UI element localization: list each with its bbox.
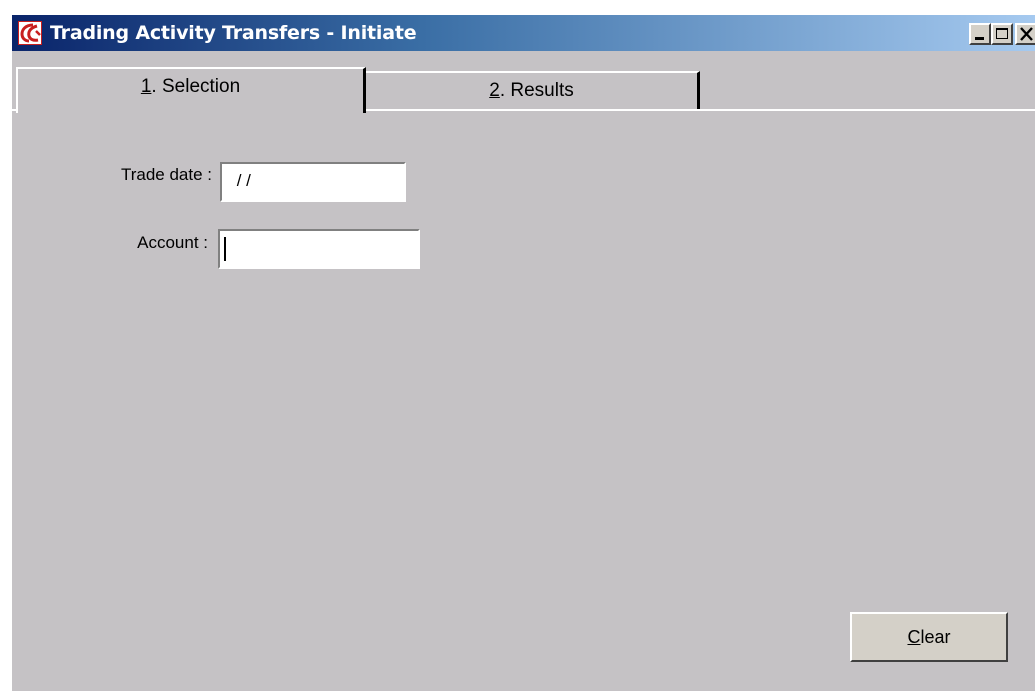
close-icon [1020,27,1033,41]
tab-selection[interactable]: 1. Selection [16,67,366,113]
trade-date-value: / / [232,171,251,190]
account-field[interactable] [218,229,420,269]
minimize-icon [975,37,984,40]
trade-date-field[interactable]: / / [220,162,406,202]
title-bar[interactable]: Trading Activity Transfers - Initiate [12,15,1035,51]
clear-button-mnemonic: C [907,626,921,647]
clear-button[interactable]: Clear [850,612,1008,662]
app-window: Trading Activity Transfers - Initiate 1.… [10,13,1035,691]
window-title: Trading Activity Transfers - Initiate [50,22,417,44]
tab-selection-label: . Selection [151,76,241,97]
maximize-icon [996,28,1008,39]
tab-results[interactable]: 2. Results [366,71,700,109]
tab-results-label: . Results [499,80,574,101]
account-label: Account : [137,233,208,252]
minimize-button[interactable] [969,23,991,45]
text-caret [224,237,226,261]
app-logo-icon [18,21,42,45]
tab-bar: 1. Selection 2. Results [12,67,1035,123]
tab-selection-mnemonic: 1 [140,76,152,97]
close-button[interactable] [1015,23,1035,45]
tab-results-mnemonic: 2 [489,80,500,101]
trade-date-label: Trade date : [120,165,212,184]
clear-button-label: lear [920,626,951,647]
maximize-button[interactable] [991,23,1013,45]
